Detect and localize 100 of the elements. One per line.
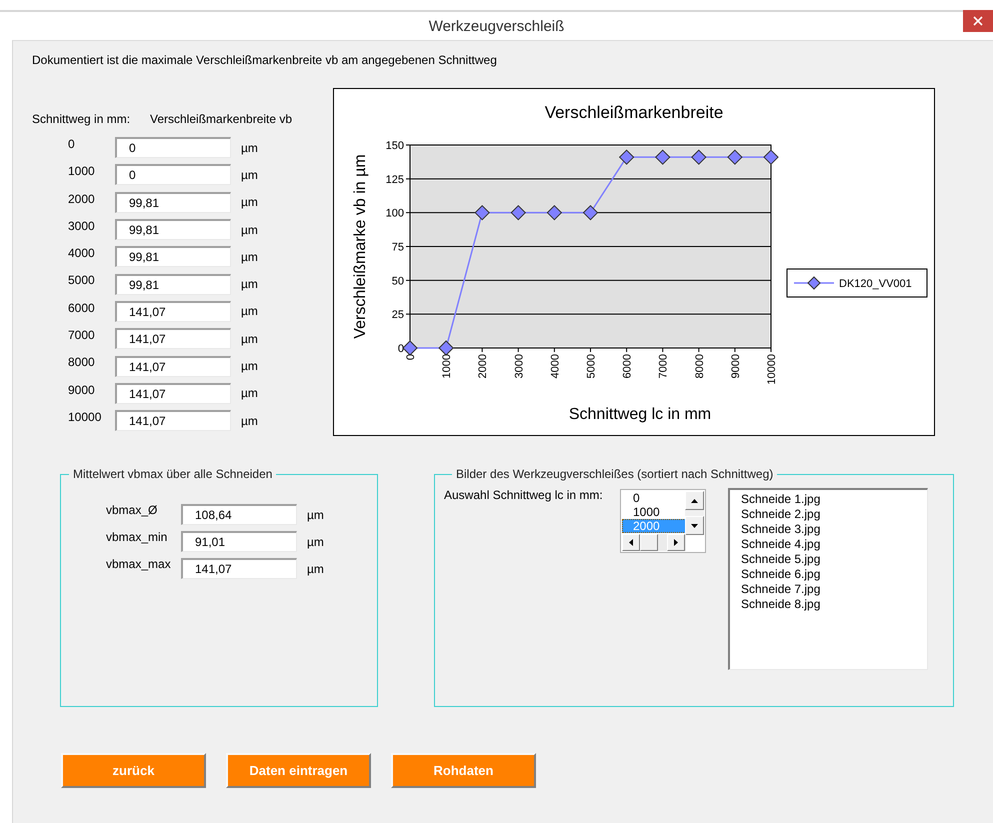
distance-label: 7000 (67, 327, 96, 342)
tick-label: 9000 (730, 354, 742, 378)
tick-label: 0 (405, 354, 417, 360)
tick-label: 50 (392, 275, 404, 288)
distance-label: 10000 (67, 408, 102, 424)
data-point (546, 204, 562, 220)
value-field[interactable]: 0 (115, 164, 231, 186)
tick-label: 7000 (658, 354, 670, 378)
file-item[interactable]: Schneide 7.jpg (741, 582, 927, 597)
column-header: Schnittweg in mm: (32, 112, 132, 128)
file-item[interactable]: Schneide 3.jpg (741, 522, 927, 537)
file-item[interactable]: Schneide 4.jpg (741, 537, 927, 552)
unit-label: µm (241, 414, 258, 428)
distance-label: 4000 (67, 245, 96, 260)
tick-label: 125 (386, 174, 404, 186)
distance-label: 9000 (67, 382, 96, 397)
close-button[interactable] (963, 10, 993, 32)
unit-label: µm (241, 304, 258, 318)
distance-label: 6000 (67, 300, 96, 315)
value-field[interactable]: 141,07 (115, 410, 231, 432)
unit-label: µm (241, 195, 258, 210)
file-item[interactable]: Schneide 1.jpg (741, 492, 927, 507)
value-field[interactable]: 0 (115, 137, 231, 158)
tick-label: 100 (386, 208, 404, 220)
scroll-thumb[interactable] (640, 534, 658, 551)
value-field[interactable]: 91,01 (181, 531, 297, 552)
window-title: Werkzeugverschleiß (428, 18, 564, 34)
tick-label: 25 (392, 309, 404, 322)
data-point (618, 149, 634, 165)
legend-marker-icon (794, 276, 834, 290)
distance-label: 2000 (67, 190, 96, 206)
distance-label: 5000 (67, 272, 96, 288)
chart-title: Verschleißmarkenbreite (544, 103, 724, 122)
scroll-right-icon[interactable] (667, 534, 685, 551)
selector-label: Auswahl Schnittweg lc in mm: (444, 487, 604, 502)
data-point (655, 149, 670, 165)
data-point (474, 204, 490, 220)
value-field[interactable]: 99,81 (115, 192, 231, 213)
tick-label: 6000 (622, 354, 634, 378)
distance-label: 1000 (67, 163, 96, 178)
group-title: Mittelwert vbmax über alle Schneiden (72, 467, 274, 481)
legend-label: DK120_VV001 (839, 278, 912, 290)
unit-label: µm (307, 562, 324, 576)
axis-title: Schnittweg lc in mm (568, 406, 712, 423)
tick-label: 4000 (549, 354, 562, 378)
data-point (763, 149, 779, 165)
distance-list[interactable]: 0 1000 2000 (620, 489, 706, 553)
scroll-down-icon[interactable] (685, 516, 704, 535)
distance-label: 0 (67, 136, 76, 151)
field-label: vbmax_min (106, 529, 168, 544)
unit-label: µm (307, 508, 324, 522)
tick-label: 2000 (477, 354, 490, 378)
file-item[interactable]: Schneide 8.jpg (741, 597, 927, 612)
tick-label: 1000 (441, 354, 454, 378)
file-list[interactable]: Schneide 1.jpg Schneide 2.jpg Schneide 3.jpg Schneide 4.jpg Schneide 5.jpg Schneide 6.jpg Schneide 7.jpg Schneide 8.jpg (728, 488, 928, 670)
value-field[interactable]: 108,64 (181, 504, 297, 525)
data-point (727, 149, 743, 165)
field-label: vbmax_Ø (106, 502, 158, 517)
data-point (510, 204, 526, 220)
file-item[interactable]: Schneide 6.jpg (741, 567, 927, 582)
tick-label: 0 (398, 343, 404, 355)
value-field[interactable]: 141,07 (115, 328, 231, 350)
distance-label: 3000 (67, 218, 96, 233)
unit-label: µm (241, 222, 258, 237)
scroll-up-icon[interactable] (685, 491, 704, 510)
description-text: Dokumentiert ist die maximale Verschleißmarkenbreite vb am angegebenen Schnittweg (31, 52, 498, 69)
tick-label: 3000 (513, 354, 526, 378)
value-field[interactable]: 141,07 (115, 300, 231, 322)
close-icon (973, 16, 983, 26)
data-point (402, 340, 418, 356)
unit-label: µm (241, 168, 258, 182)
list-item[interactable]: 1000 (622, 505, 686, 519)
unit-label: µm (307, 534, 324, 548)
tick-label: 150 (386, 140, 404, 152)
scroll-left-icon[interactable] (622, 534, 640, 551)
axis-title: Verschleißmarke vb in µm (352, 154, 369, 339)
value-field[interactable]: 99,81 (115, 219, 231, 240)
value-field[interactable]: 141,07 (181, 558, 297, 579)
unit-label: µm (241, 332, 258, 346)
file-item[interactable]: Schneide 2.jpg (741, 507, 927, 522)
group-title: Bilder des Werkzeugverschleißes (sortiert nach Schnittweg) (455, 467, 774, 481)
value-field[interactable]: 99,81 (115, 274, 231, 295)
column-header: Verschleißmarkenbreite vb (150, 112, 292, 128)
unit-label: µm (241, 277, 258, 292)
value-field[interactable]: 141,07 (115, 356, 231, 377)
distance-label: 8000 (67, 354, 96, 370)
data-point (691, 149, 706, 165)
value-field[interactable]: 99,81 (115, 246, 231, 268)
unit-label: µm (241, 140, 258, 155)
field-label: vbmax_max (106, 556, 172, 571)
unit-label: µm (241, 250, 258, 264)
list-item[interactable]: 0 (622, 491, 686, 505)
unit-label: µm (241, 359, 258, 374)
tick-label: 10000 (766, 354, 778, 385)
data-point (582, 204, 598, 220)
tick-label: 5000 (586, 354, 598, 378)
unit-label: µm (241, 386, 258, 400)
value-field[interactable]: 141,07 (115, 382, 231, 404)
data-point (438, 340, 454, 356)
file-item[interactable]: Schneide 5.jpg (741, 552, 927, 567)
